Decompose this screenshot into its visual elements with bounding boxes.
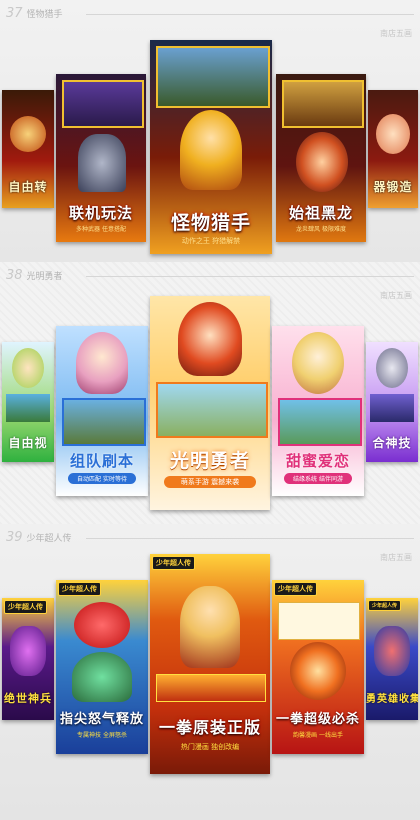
gameplay-thumbnail [62, 398, 146, 446]
card-caption: 光明勇者 [169, 450, 250, 472]
damage-number-burst [74, 602, 130, 648]
screenshot-card[interactable]: 少年超人传 一拳超级必杀 韵馨漫画 一线出手 [272, 580, 364, 754]
fighter-character [296, 132, 348, 192]
saitama-character [180, 586, 240, 668]
gameplay-thumbnail [370, 394, 414, 422]
screenshot-card[interactable]: 组队刷本 自动匹配 实时等待 [56, 326, 148, 496]
card-caption: 勇英雄收集 [366, 694, 418, 705]
brand-label: 南店五画 [380, 553, 412, 562]
gameplay-thumbnail [156, 46, 270, 108]
card-caption: 自由视 [8, 436, 48, 450]
character-portrait [12, 348, 44, 388]
section-bright-hero: 38 光明勇者 南店五画 自由视 组队刷本 自动匹配 实时等待 光明勇者 萌系手… [0, 262, 420, 524]
hero-group-figure [374, 626, 410, 676]
brand-label: 南店五画 [380, 291, 412, 300]
section-number: 38 [6, 268, 23, 283]
girl-character [76, 332, 128, 394]
card-caption: 联机玩法 [68, 204, 133, 222]
card-caption: 自由转 [8, 180, 48, 194]
card-caption: 一拳超级必杀 [275, 712, 360, 727]
screenshot-card[interactable]: 自由视 [2, 342, 54, 462]
brand-label: 南店五画 [380, 29, 412, 38]
section-monster-hunter: 37 怪物猎手 南店五画 自由转 联机玩法 多种武器 任意搭配 怪物猎手 动作之… [0, 0, 420, 262]
header-divider [86, 276, 414, 277]
heroine-portrait [376, 114, 410, 154]
screenshot-card[interactable]: 少年超人传 指尖怒气释放 专属神技 全屏怒杀 [56, 580, 148, 754]
section-header: 37 怪物猎手 [6, 6, 63, 22]
card-caption: 一拳原装正版 [158, 718, 261, 737]
screenshot-card[interactable]: 联机玩法 多种武器 任意搭配 [56, 74, 146, 242]
gameplay-thumbnail [62, 80, 144, 128]
card-caption: 器锻造 [373, 180, 413, 194]
gameplay-thumbnail [282, 80, 364, 128]
section-number: 37 [6, 6, 23, 21]
section-young-superman: 39 少年超人传 南店五画 少年超人传 绝世神兵 少年超人传 指尖怒气释放 专属… [0, 524, 420, 820]
card-subtitle: 动作之王 狩猎解禁 [181, 237, 241, 245]
hero-portrait [10, 116, 46, 152]
couple-characters [292, 332, 344, 394]
card-subtitle: 韵馨漫画 一线出手 [293, 732, 343, 739]
screenshot-card[interactable]: 自由转 [2, 90, 54, 208]
hero-character [72, 652, 132, 702]
section-header: 39 少年超人传 [6, 530, 72, 546]
game-logo-badge: 少年超人传 [58, 582, 101, 596]
screenshot-card[interactable]: 少年超人传 绝世神兵 [2, 598, 54, 720]
card-subtitle: 专属神技 全屏怒杀 [77, 732, 127, 739]
gameplay-thumbnail [278, 398, 362, 446]
screenshot-card-featured[interactable]: 怪物猎手 动作之王 狩猎解禁 [150, 40, 272, 254]
character-portrait [376, 348, 408, 388]
section-number: 39 [6, 530, 23, 545]
screenshot-card[interactable]: 合神技 [366, 342, 418, 462]
hero-character [180, 110, 242, 190]
card-subtitle: 结缘系统 结伴同游 [284, 473, 352, 484]
card-subtitle: 热门漫画 独创改编 [180, 743, 240, 751]
game-logo-badge: 少年超人传 [152, 556, 195, 570]
dialog-panel [278, 602, 360, 640]
section-title: 少年超人传 [26, 534, 72, 544]
card-subtitle: 龙炎肆风 极限难度 [296, 226, 346, 233]
armored-knight-figure [78, 134, 126, 192]
gameplay-thumbnail [6, 394, 50, 422]
card-caption: 甜蜜爱恋 [285, 452, 350, 470]
section-title: 怪物猎手 [26, 10, 63, 20]
header-divider [86, 14, 414, 15]
game-logo-badge: 少年超人传 [274, 582, 317, 596]
screenshot-card-featured[interactable]: 光明勇者 萌系手游 震撼来袭 [150, 296, 270, 510]
card-subtitle: 自动匹配 实时等待 [68, 473, 136, 484]
screenshot-card[interactable]: 始祖黑龙 龙炎肆风 极限难度 [276, 74, 366, 242]
card-caption: 始祖黑龙 [288, 204, 353, 222]
screenshot-card-featured[interactable]: 少年超人传 一拳原装正版 热门漫画 独创改编 [150, 554, 270, 774]
card-caption: 合神技 [372, 436, 412, 450]
card-caption: 怪物猎手 [170, 212, 251, 234]
game-logo-badge: 少年超人传 [4, 600, 47, 614]
card-subtitle: 多种武器 任意搭配 [76, 226, 126, 233]
card-caption: 绝世神兵 [4, 692, 52, 705]
gameplay-thumbnail [156, 382, 268, 438]
header-divider [86, 538, 414, 539]
monster-figure [10, 626, 46, 676]
card-subtitle: 萌系手游 震撼来袭 [164, 476, 256, 488]
card-caption: 组队刷本 [69, 452, 134, 470]
knight-character [178, 302, 242, 376]
section-header: 38 光明勇者 [6, 268, 63, 284]
section-title: 光明勇者 [26, 272, 63, 282]
hero-character [290, 642, 346, 700]
screenshot-card[interactable]: 甜蜜爱恋 结缘系统 结伴同游 [272, 326, 364, 496]
game-logo-badge: 少年超人传 [368, 600, 402, 611]
screenshot-card[interactable]: 器锻造 [368, 90, 418, 208]
screenshot-card[interactable]: 少年超人传 勇英雄收集 [366, 598, 418, 720]
card-caption: 指尖怒气释放 [59, 712, 144, 727]
lucky-banner [156, 674, 266, 702]
